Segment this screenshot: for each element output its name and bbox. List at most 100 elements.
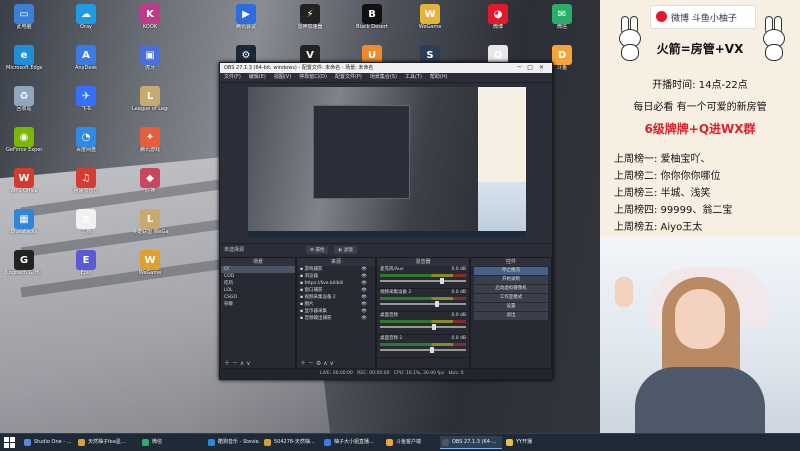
stream-poster: 微博 斗鱼小柚子 火箭=房管+VX 开播时间: 14点-22点 每日必看 有一个… bbox=[600, 0, 800, 237]
desktop-icon[interactable]: ⚡ 雷神加速器 bbox=[292, 2, 328, 40]
filters-button[interactable]: ◐ 滤镜 bbox=[334, 246, 357, 254]
taskbar-item[interactable]: 斗鱼客户端 bbox=[384, 436, 438, 449]
source-item[interactable]: ▪ 音频输出捕获 👁 bbox=[297, 315, 375, 322]
slider-handle[interactable] bbox=[440, 278, 444, 284]
desktop-icon[interactable]: B Black Desert bbox=[354, 2, 390, 40]
volume-slider[interactable] bbox=[380, 278, 466, 284]
desktop-icon[interactable]: ◔ 百度网盘 bbox=[68, 125, 104, 163]
control-button[interactable]: 停止推流 bbox=[474, 267, 548, 275]
properties-button[interactable]: ⚙ 属性 bbox=[306, 246, 329, 254]
desktop-icon[interactable]: e Microsoft Edge bbox=[6, 43, 42, 81]
desktop-icon[interactable]: W WeGame bbox=[132, 248, 168, 286]
desktop-icon[interactable]: A AnyDesk bbox=[68, 43, 104, 81]
scene-item[interactable]: 吃鸡 bbox=[221, 280, 295, 287]
menu-item[interactable]: 视图(V) bbox=[274, 74, 291, 80]
down-icon[interactable]: ∨ bbox=[330, 360, 334, 367]
visibility-icon[interactable]: 👁 bbox=[361, 287, 367, 294]
volume-slider[interactable] bbox=[380, 324, 466, 330]
desktop-icon[interactable]: ▭ 此电脑 bbox=[6, 2, 42, 40]
menu-item[interactable]: 帮助(H) bbox=[430, 74, 448, 80]
desktop-icon[interactable]: ✈ 飞书 bbox=[68, 84, 104, 122]
menu-item[interactable]: 场景集合(S) bbox=[370, 74, 397, 80]
source-item[interactable]: ▪ 窗口捕获 👁 bbox=[297, 287, 375, 294]
visibility-icon[interactable]: 👁 bbox=[361, 280, 367, 287]
obs-preview[interactable] bbox=[248, 87, 526, 237]
remove-icon[interactable]: － bbox=[232, 360, 238, 367]
menu-item[interactable]: 文件(F) bbox=[224, 74, 241, 80]
desktop-icon[interactable]: G Logitech G HUB bbox=[6, 248, 42, 286]
scene-item[interactable]: LOL bbox=[221, 287, 295, 294]
desktop-icon[interactable]: K KOOK bbox=[132, 2, 168, 40]
source-item[interactable]: ▪ https://live.bilibili 👁 bbox=[297, 280, 375, 287]
taskbar-item[interactable]: Studio One - ... bbox=[22, 436, 74, 449]
minimize-icon[interactable]: ─ bbox=[518, 64, 528, 71]
desktop-icon[interactable]: ≡ 文档 bbox=[68, 207, 104, 245]
scene-item[interactable]: CSGO bbox=[221, 294, 295, 301]
source-item[interactable]: ▪ 浏览器 👁 bbox=[297, 273, 375, 280]
scene-item[interactable]: COD bbox=[221, 273, 295, 280]
desktop-icon[interactable]: ✉ 微信 bbox=[544, 2, 580, 40]
control-button[interactable]: 开始录制 bbox=[474, 276, 548, 284]
window-controls[interactable]: ─□✕ bbox=[518, 63, 550, 73]
taskbar-item[interactable]: 504278-天然柚... bbox=[262, 436, 320, 449]
desktop-icon[interactable]: ◕ 微博 bbox=[480, 2, 516, 40]
control-button[interactable]: 退出 bbox=[474, 312, 548, 320]
desktop-icon[interactable]: ✦ 腾讯游戏 bbox=[132, 125, 168, 163]
down-icon[interactable]: ∨ bbox=[246, 360, 250, 367]
desktop-icon[interactable]: ▦ Bluestacks bbox=[6, 207, 42, 245]
menu-item[interactable]: 工具(T) bbox=[405, 74, 422, 80]
slider-handle[interactable] bbox=[435, 301, 439, 307]
source-item[interactable]: ▪ 游戏捕获 👁 bbox=[297, 266, 375, 273]
control-button[interactable]: 启动虚拟摄像机 bbox=[474, 285, 548, 293]
desktop-icon[interactable]: ♫ 网易云音乐 bbox=[68, 166, 104, 204]
desktop-icon[interactable]: ▣ 虎牙 bbox=[132, 43, 168, 81]
menu-item[interactable]: 配置文件(P) bbox=[335, 74, 362, 80]
taskbar-item[interactable]: 天然柚子fea星... bbox=[76, 436, 126, 449]
scene-item[interactable]: CF bbox=[221, 266, 295, 273]
control-button[interactable]: 设置 bbox=[474, 303, 548, 311]
desktop-icon[interactable]: ♻ 回收站 bbox=[6, 84, 42, 122]
slider-handle[interactable] bbox=[432, 324, 436, 330]
volume-slider[interactable] bbox=[380, 301, 466, 307]
up-icon[interactable]: ∧ bbox=[240, 360, 244, 367]
menu-item[interactable]: 编辑(E) bbox=[249, 74, 266, 80]
taskbar-item[interactable]: 微信 bbox=[140, 436, 196, 449]
visibility-icon[interactable]: 👁 bbox=[361, 301, 367, 308]
close-icon[interactable]: ✕ bbox=[539, 64, 550, 71]
desktop-icon[interactable]: ◆ 原神 bbox=[132, 166, 168, 204]
visibility-icon[interactable]: 👁 bbox=[361, 266, 367, 273]
taskbar-item[interactable]: 柚子大小姐直播... bbox=[322, 436, 382, 449]
desktop-icon[interactable]: ☁ Oray bbox=[68, 2, 104, 40]
control-button[interactable]: 工作室模式 bbox=[474, 294, 548, 302]
desktop-icon[interactable]: L英雄联盟 WeGame版 bbox=[132, 207, 168, 245]
desktop-icon[interactable]: W WPS Office bbox=[6, 166, 42, 204]
source-item[interactable]: ▪ 显示器采集 👁 bbox=[297, 308, 375, 315]
volume-slider[interactable] bbox=[380, 347, 466, 353]
desktop-icon[interactable]: ▶ 腾讯会议 bbox=[228, 2, 264, 40]
up-icon[interactable]: ∧ bbox=[323, 360, 327, 367]
taskbar-item[interactable]: YY开播 bbox=[504, 436, 546, 449]
source-item[interactable]: ▪ 视频采集设备 2 👁 bbox=[297, 294, 375, 301]
desktop-icon[interactable]: LLeague of Legends bbox=[132, 84, 168, 122]
obs-titlebar[interactable]: OBS 27.1.3 (64-bit, windows) - 配置文件: 未命名… bbox=[220, 63, 552, 73]
desktop-icon[interactable]: W WeGame bbox=[412, 2, 448, 40]
taskbar-item[interactable]: OBS 27.1.3 (64-... bbox=[440, 436, 502, 449]
visibility-icon[interactable]: 👁 bbox=[361, 273, 367, 280]
obs-window[interactable]: OBS 27.1.3 (64-bit, windows) - 配置文件: 未命名… bbox=[219, 62, 553, 380]
desktop-icon[interactable]: E Epic bbox=[68, 248, 104, 286]
scene-item[interactable]: 杂聊 bbox=[221, 301, 295, 308]
taskbar-item[interactable]: 酷狗音乐 - Stevie... bbox=[206, 436, 260, 449]
visibility-icon[interactable]: 👁 bbox=[361, 308, 367, 315]
add-icon[interactable]: ＋ bbox=[224, 360, 230, 367]
source-item[interactable]: ▪ 图片 👁 bbox=[297, 301, 375, 308]
gear-icon[interactable]: ⚙ bbox=[316, 360, 321, 367]
visibility-icon[interactable]: 👁 bbox=[361, 294, 367, 301]
maximize-icon[interactable]: □ bbox=[527, 64, 539, 71]
slider-handle[interactable] bbox=[430, 347, 434, 353]
visibility-icon[interactable]: 👁 bbox=[361, 315, 367, 322]
add-icon[interactable]: ＋ bbox=[300, 360, 306, 367]
desktop-icon[interactable]: ◉GeForce Experience bbox=[6, 125, 42, 163]
windows-start-icon[interactable] bbox=[4, 437, 15, 448]
menu-item[interactable]: 停靠窗口(D) bbox=[299, 74, 327, 80]
remove-icon[interactable]: － bbox=[308, 360, 314, 367]
